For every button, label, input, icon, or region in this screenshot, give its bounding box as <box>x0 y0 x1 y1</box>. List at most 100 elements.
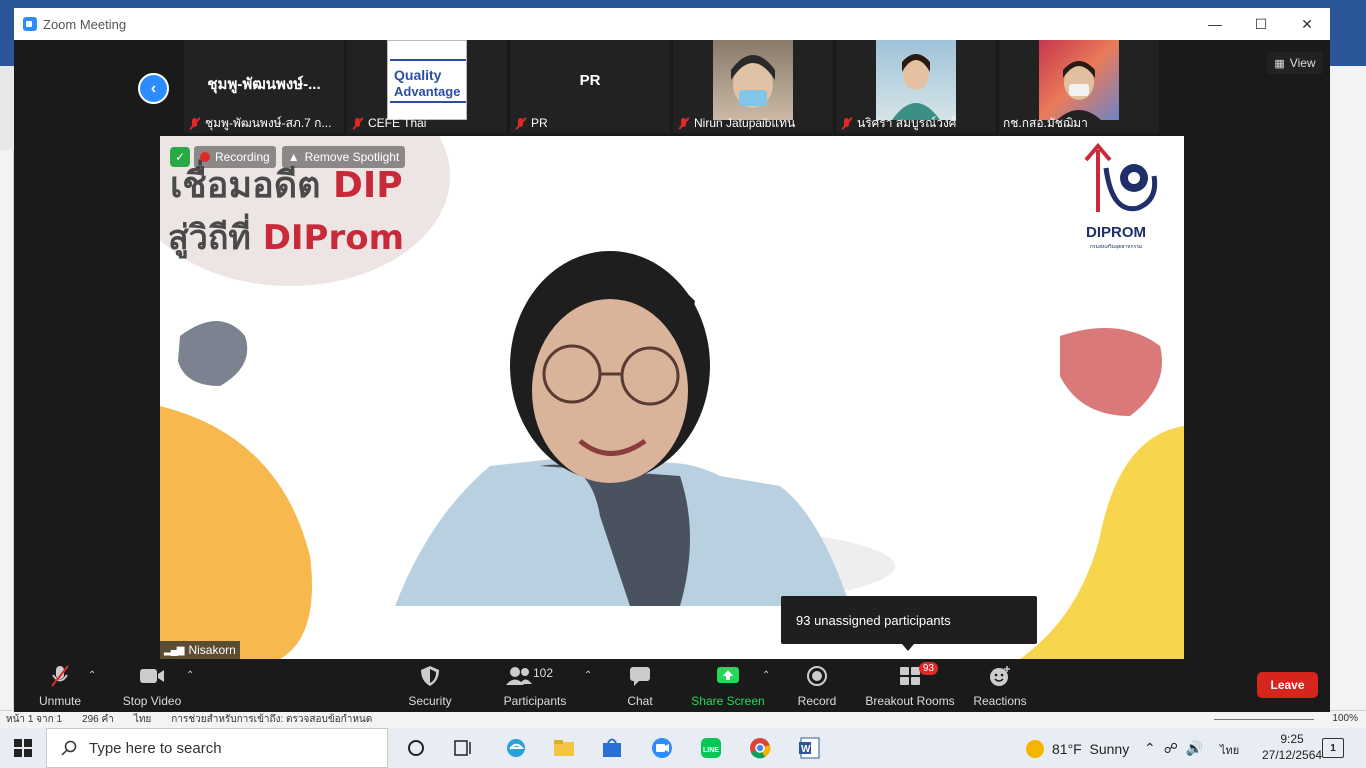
participant-name: CEFE Thai <box>368 116 427 130</box>
meeting-toolbar: Unmute ⌃ Stop Video ⌃ Security 102 Parti… <box>14 660 1330 712</box>
svg-text:W: W <box>801 744 811 755</box>
file-explorer-icon[interactable] <box>550 734 578 762</box>
video-options-caret-icon[interactable]: ⌃ <box>186 670 194 681</box>
cortana-icon[interactable] <box>402 734 430 762</box>
muted-mic-icon <box>514 117 527 130</box>
slogan-line2-text: สู่วิถีที่ <box>168 218 251 258</box>
unmute-button[interactable]: Unmute <box>36 660 84 712</box>
store-icon[interactable] <box>598 734 626 762</box>
encryption-shield-icon[interactable]: ✓ <box>170 147 190 167</box>
previous-page-button[interactable]: ‹ <box>138 73 169 104</box>
window-title: Zoom Meeting <box>43 16 127 32</box>
stop-video-label: Stop Video <box>122 694 182 708</box>
temperature: 81°F <box>1052 741 1082 757</box>
word-zoom-slider[interactable] <box>1214 719 1314 720</box>
grid-icon: ▦ <box>1274 57 1285 70</box>
word-accessibility[interactable]: การช่วยสำหรับการเข้าถึง: ตรวจสอบข้อกำหนด <box>171 712 372 727</box>
zoom-taskbar-icon[interactable] <box>648 734 676 762</box>
participant-name: Nirun Jatupaibแทน <box>694 115 796 130</box>
view-button-label: View <box>1289 56 1316 70</box>
signal-icon: ▂▄▆ <box>164 644 184 656</box>
recording-badge: ✓ Recording ▲ Remove Spotlight <box>170 146 406 168</box>
pin-icon: ▲ <box>287 150 300 164</box>
zoom-window: Zoom Meeting — ☐ ✕ ‹ ชุมพู-พัฒนพงษ์-... … <box>14 8 1330 712</box>
chat-button[interactable]: Chat <box>618 660 662 712</box>
participants-options-caret-icon[interactable]: ⌃ <box>584 670 592 681</box>
edge-browser-icon[interactable] <box>502 734 530 762</box>
task-view-icon[interactable] <box>450 734 478 762</box>
remove-spotlight-button[interactable]: ▲ Remove Spotlight <box>281 146 406 168</box>
reactions-button[interactable]: Reactions <box>972 660 1028 712</box>
diprom-logo: DIPROM กรมส่งเสริมอุตสาหกรรม <box>1068 142 1164 254</box>
participant-label: PR <box>514 115 548 131</box>
record-label: Record <box>797 694 837 708</box>
word-scrollbar[interactable] <box>1330 66 1366 710</box>
stop-video-button[interactable]: Stop Video <box>120 660 184 712</box>
share-screen-label: Share Screen <box>691 694 765 708</box>
participant-tile[interactable]: กช.กสอ.มัชฌิมา <box>999 40 1159 133</box>
participant-tile[interactable]: นริศรา สมบูรณ์วงศ์ <box>836 40 996 133</box>
participant-video <box>1039 40 1119 120</box>
participant-name: นริศรา สมบูรณ์วงศ์ <box>857 115 957 130</box>
word-zoom-level[interactable]: 100% <box>1332 713 1358 724</box>
logo-line1: Quality <box>394 67 442 83</box>
weather-widget[interactable]: 81°F Sunny <box>1026 740 1129 758</box>
word-word-count[interactable]: 296 คำ <box>82 712 114 727</box>
record-icon <box>803 664 831 688</box>
security-button[interactable]: Security <box>404 660 456 712</box>
share-options-caret-icon[interactable]: ⌃ <box>762 670 770 681</box>
search-icon <box>61 740 77 756</box>
maximize-button[interactable]: ☐ <box>1238 8 1284 40</box>
participant-tile[interactable]: Quality Advantage CEFE Thai <box>347 40 507 133</box>
participant-tile[interactable]: PR PR <box>510 40 670 133</box>
minimize-button[interactable]: — <box>1192 8 1238 40</box>
record-button[interactable]: Record <box>794 660 840 712</box>
muted-mic-icon <box>351 117 364 130</box>
input-language[interactable]: ไทย <box>1220 741 1239 759</box>
participant-name: ชุมพู-พัฒนพงษ์-สภ.7 ก... <box>205 115 332 130</box>
video-camera-icon <box>138 664 166 688</box>
muted-mic-icon <box>840 117 853 130</box>
word-language[interactable]: ไทย <box>134 712 151 727</box>
word-status-bar: หน้า 1 จาก 1 296 คำ ไทย การช่วยสำหรับการ… <box>0 710 1366 728</box>
record-dot-icon <box>200 152 210 162</box>
tooltip-text: 93 unassigned participants <box>796 612 951 628</box>
word-page-count[interactable]: หน้า 1 จาก 1 <box>6 712 62 727</box>
system-tray-icons[interactable]: ⌃☍🔊 <box>1144 740 1211 757</box>
participant-logo: Quality Advantage <box>387 40 467 120</box>
participant-tile[interactable]: ชุมพู-พัฒนพงษ์-... ชุมพู-พัฒนพงษ์-สภ.7 ก… <box>184 40 344 133</box>
view-button[interactable]: ▦ View <box>1267 52 1323 74</box>
spotlight-video[interactable]: เชื่อมอดีต DIP สู่วิถีที่ DIProm ✓ Recor… <box>160 136 1184 659</box>
line-app-icon[interactable]: LINE <box>697 734 725 762</box>
diprom-logo-subtext: กรมส่งเสริมอุตสาหกรรม <box>1089 244 1143 250</box>
tooltip-arrow <box>902 644 914 651</box>
share-screen-button[interactable]: Share Screen <box>690 660 766 712</box>
breakout-rooms-button[interactable]: 93 Breakout Rooms <box>864 660 956 712</box>
participant-name: PR <box>531 116 548 130</box>
notification-center-button[interactable]: 1 <box>1322 738 1344 758</box>
weather-condition: Sunny <box>1089 741 1130 757</box>
security-label: Security <box>408 694 452 708</box>
start-button[interactable] <box>0 728 46 768</box>
close-button[interactable]: ✕ <box>1284 8 1330 40</box>
participant-tile[interactable]: Nirun Jatupaibแทน <box>673 40 833 133</box>
chat-label: Chat <box>627 694 653 708</box>
recording-label: Recording <box>215 150 270 164</box>
recording-indicator[interactable]: Recording <box>194 146 276 168</box>
participants-button[interactable]: 102 Participants <box>500 660 570 712</box>
logo-line2: Advantage <box>394 84 460 99</box>
audio-options-caret-icon[interactable]: ⌃ <box>88 670 96 681</box>
zoom-app-icon <box>23 17 37 31</box>
title-bar: Zoom Meeting — ☐ ✕ <box>14 8 1330 40</box>
word-app-icon[interactable]: W <box>795 734 823 762</box>
taskbar-search-box[interactable]: Type here to search <box>46 728 388 768</box>
slogan-line1-highlight: DIP <box>333 165 403 206</box>
windows-logo-icon <box>14 739 32 757</box>
clock[interactable]: 9:25 27/12/2564 <box>1262 731 1322 763</box>
breakout-rooms-label: Breakout Rooms <box>865 694 955 708</box>
leave-button[interactable]: Leave <box>1257 672 1318 698</box>
reactions-label: Reactions <box>973 694 1027 708</box>
chat-bubble-icon <box>626 664 654 688</box>
sun-icon <box>1026 740 1044 758</box>
chrome-icon[interactable] <box>746 734 774 762</box>
